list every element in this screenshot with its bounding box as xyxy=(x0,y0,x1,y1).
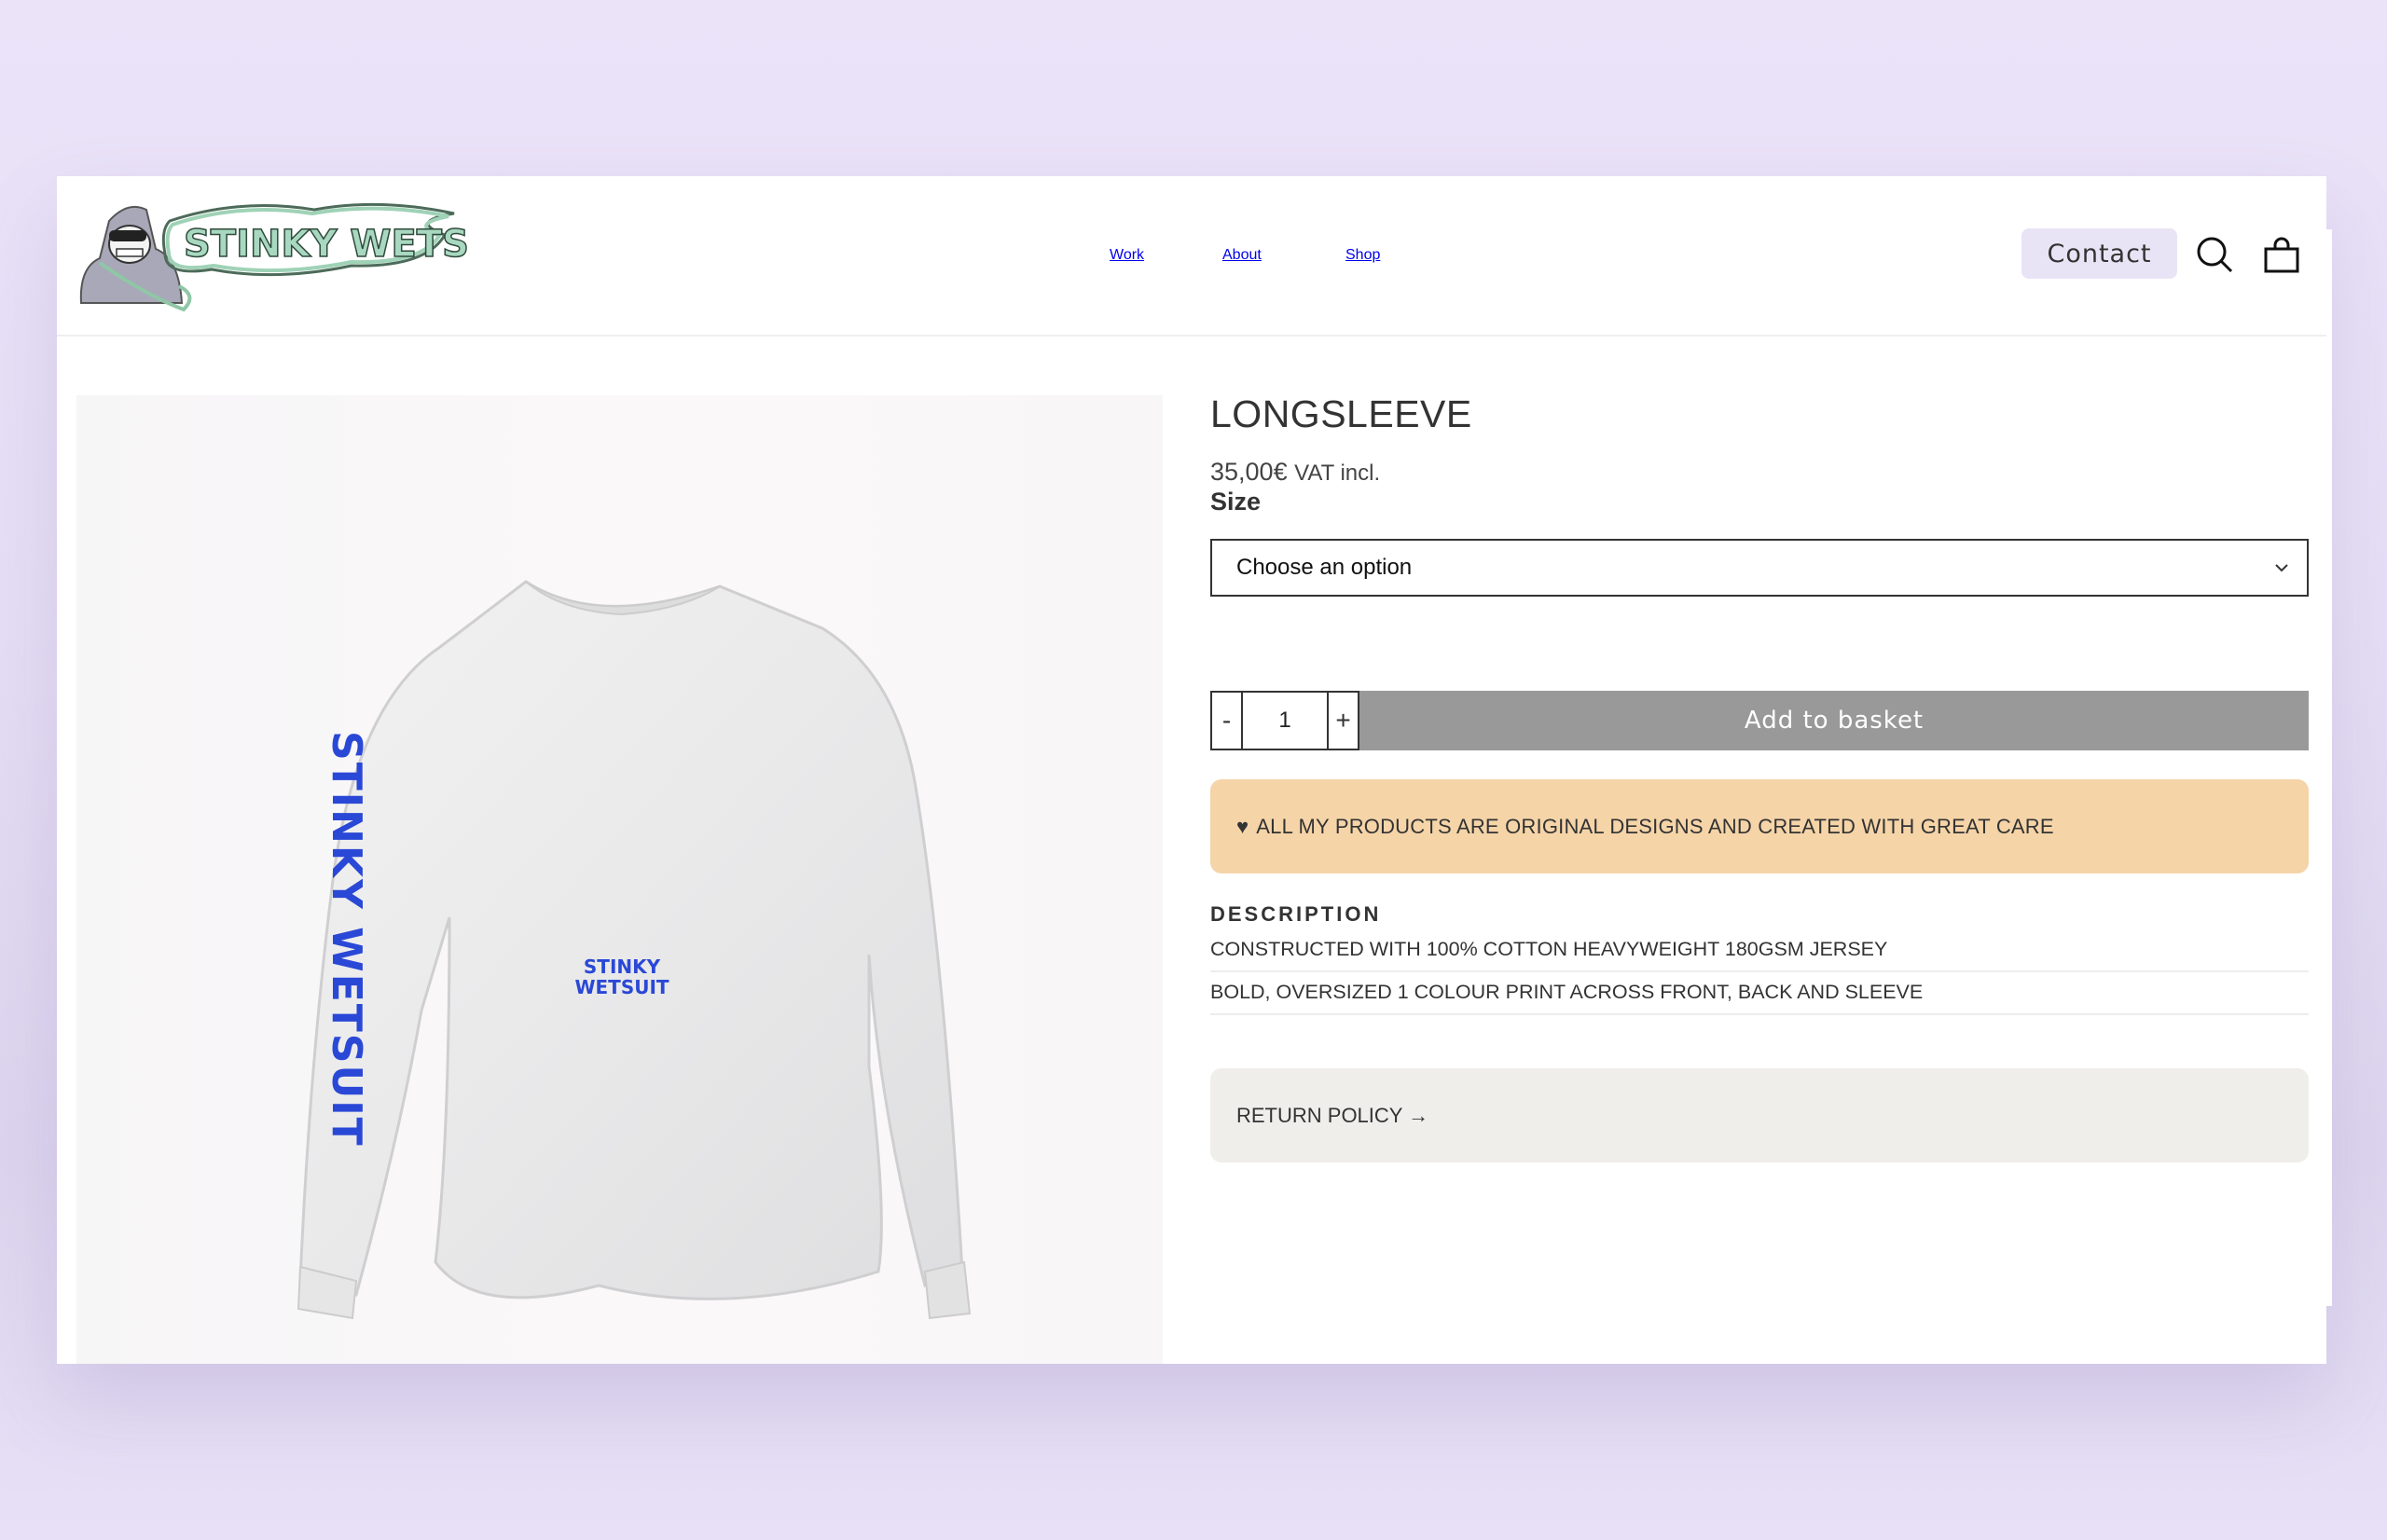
quantity-increase-button[interactable]: + xyxy=(1327,691,1359,750)
return-policy-link[interactable]: RETURN POLICY → xyxy=(1210,1068,2309,1162)
product-image[interactable]: STINKY WETSUIT STINKY WETSUIT xyxy=(76,395,1163,1364)
price-vat-note: VAT incl. xyxy=(1294,461,1381,486)
size-select-value: Choose an option xyxy=(1236,555,1413,580)
browser-page: STINKY WETSUIT Work About Shop Contact xyxy=(57,176,2326,1364)
chevron-down-icon xyxy=(2275,564,2288,572)
site-header: STINKY WETSUIT Work About Shop Contact xyxy=(57,176,2326,337)
heart-icon: ♥ xyxy=(1236,814,1249,838)
chest-print-line-1: STINKY xyxy=(584,956,661,978)
notice-text: ALL MY PRODUCTS ARE ORIGINAL DESIGNS AND… xyxy=(1256,814,2054,838)
description-list: CONSTRUCTED WITH 100% COTTON HEAVYWEIGHT… xyxy=(1210,929,2309,1015)
quantity-input[interactable] xyxy=(1243,691,1327,750)
stinky-wetsuit-logo-icon: STINKY WETSUIT xyxy=(79,202,540,312)
product-price: 35,00€ VAT incl. xyxy=(1210,458,1380,487)
nav-work[interactable]: Work xyxy=(1110,176,1144,335)
sleeve-print: STINKY WETSUIT xyxy=(323,731,370,1148)
site-logo[interactable]: STINKY WETSUIT xyxy=(72,193,540,314)
svg-text:STINKY WETSUIT: STINKY WETSUIT xyxy=(184,223,467,266)
chest-print-line-2: WETSUIT xyxy=(574,976,669,998)
quantity-and-add-row: - + Add to basket xyxy=(1210,691,2309,750)
add-to-basket-button[interactable]: Add to basket xyxy=(1359,691,2309,750)
contact-button[interactable]: Contact xyxy=(2021,228,2177,279)
shopping-bag-icon[interactable] xyxy=(2261,234,2302,275)
original-designs-notice: ♥ ALL MY PRODUCTS ARE ORIGINAL DESIGNS A… xyxy=(1210,779,2309,873)
product-title: LONGSLEEVE xyxy=(1210,392,1472,435)
size-label: Size xyxy=(1210,488,1262,516)
description-item: BOLD, OVERSIZED 1 COLOUR PRINT ACROSS FR… xyxy=(1210,972,2309,1015)
search-icon[interactable] xyxy=(2194,234,2235,275)
description-heading: DESCRIPTION xyxy=(1210,902,1382,926)
quantity-decrease-button[interactable]: - xyxy=(1210,691,1243,750)
return-policy-label: RETURN POLICY → xyxy=(1236,1103,1429,1127)
price-amount: 35,00€ xyxy=(1210,458,1288,486)
size-select[interactable]: Choose an option xyxy=(1210,539,2309,597)
nav-about[interactable]: About xyxy=(1222,176,1262,335)
page-edge xyxy=(2326,229,2332,1306)
description-item: CONSTRUCTED WITH 100% COTTON HEAVYWEIGHT… xyxy=(1210,929,2309,972)
nav-shop[interactable]: Shop xyxy=(1345,176,1380,335)
longsleeve-shirt-image: STINKY WETSUIT STINKY WETSUIT xyxy=(297,580,972,1320)
